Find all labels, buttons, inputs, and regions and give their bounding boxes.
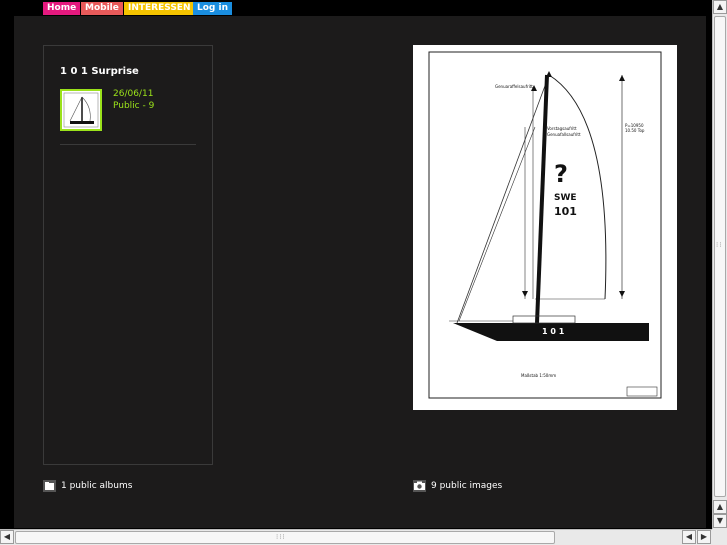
album-icon [43,479,56,492]
scroll-left-button[interactable]: ◀ [0,530,14,544]
camera-icon [413,479,426,492]
viewport: Home Mobile INTERESSEN Log in 1 0 1 Surp… [0,0,712,529]
images-stat-label: 9 public images [431,481,503,491]
albums-stat[interactable]: 1 public albums [43,479,132,493]
top-nav: Home Mobile INTERESSEN Log in [0,0,712,16]
drawing-right-label: P=10950 10.50 Top [625,123,645,133]
drawing-symbol: ? [554,160,568,188]
albums-stat-label: 1 public albums [61,481,133,491]
scroll-left-button-lower[interactable]: ◀ [682,530,696,544]
drawing-mid-label-b: Genuafallsaufritt [547,132,581,137]
scroll-grip-icon: ⁞⁞ [716,241,723,249]
vertical-scrollbar[interactable]: ▲ ⁞⁞ ▲ ▼ [712,0,727,529]
sailboat-drawing-icon [63,92,99,128]
drawing-sail-country: SWE [554,193,577,203]
scroll-up-button-lower[interactable]: ▲ [713,500,727,514]
drawing-sail-number: 101 [554,205,577,218]
scroll-up-button[interactable]: ▲ [713,0,727,14]
album-visibility: Public - 9 [113,101,155,111]
main-image[interactable]: ? SWE 101 1 0 1 Genuaraffelsaufritt Vors… [413,45,677,410]
images-stat[interactable]: 9 public images [413,479,502,493]
vertical-scroll-thumb[interactable]: ⁞⁞ [714,16,726,497]
album-thumbnail[interactable] [60,89,102,131]
nav-home[interactable]: Home [43,2,81,15]
horizontal-scrollbar[interactable]: ◀ ⁞⁞⁞ ◀ ▶ [0,529,712,545]
nav-interessen[interactable]: INTERESSEN [124,2,195,15]
content-panel: 1 0 1 Surprise 26/06/11 Public - 9 ? SWE… [14,16,706,528]
album-title[interactable]: 1 0 1 Surprise [60,66,139,77]
drawing-caption: Maßstab 1:50mm [521,373,557,378]
scroll-right-button[interactable]: ▶ [697,530,711,544]
drawing-mid-label-a: Vorstagsaufritt [547,126,577,131]
drawing-hull-number: 1 0 1 [542,327,565,336]
nav-mobile[interactable]: Mobile [81,2,123,15]
horizontal-scroll-thumb[interactable]: ⁞⁞⁞ [15,531,555,544]
scroll-grip-icon: ⁞⁞⁞ [276,533,286,541]
album-card: 1 0 1 Surprise 26/06/11 Public - 9 [43,45,213,465]
sail-plan-drawing [428,51,662,399]
divider [60,144,196,145]
nav-login[interactable]: Log in [193,2,232,15]
drawing-top-label: Genuaraffelsaufritt [495,84,533,89]
album-date: 26/06/11 [113,89,154,99]
scrollbar-corner [712,529,727,545]
scroll-down-button[interactable]: ▼ [713,514,727,528]
